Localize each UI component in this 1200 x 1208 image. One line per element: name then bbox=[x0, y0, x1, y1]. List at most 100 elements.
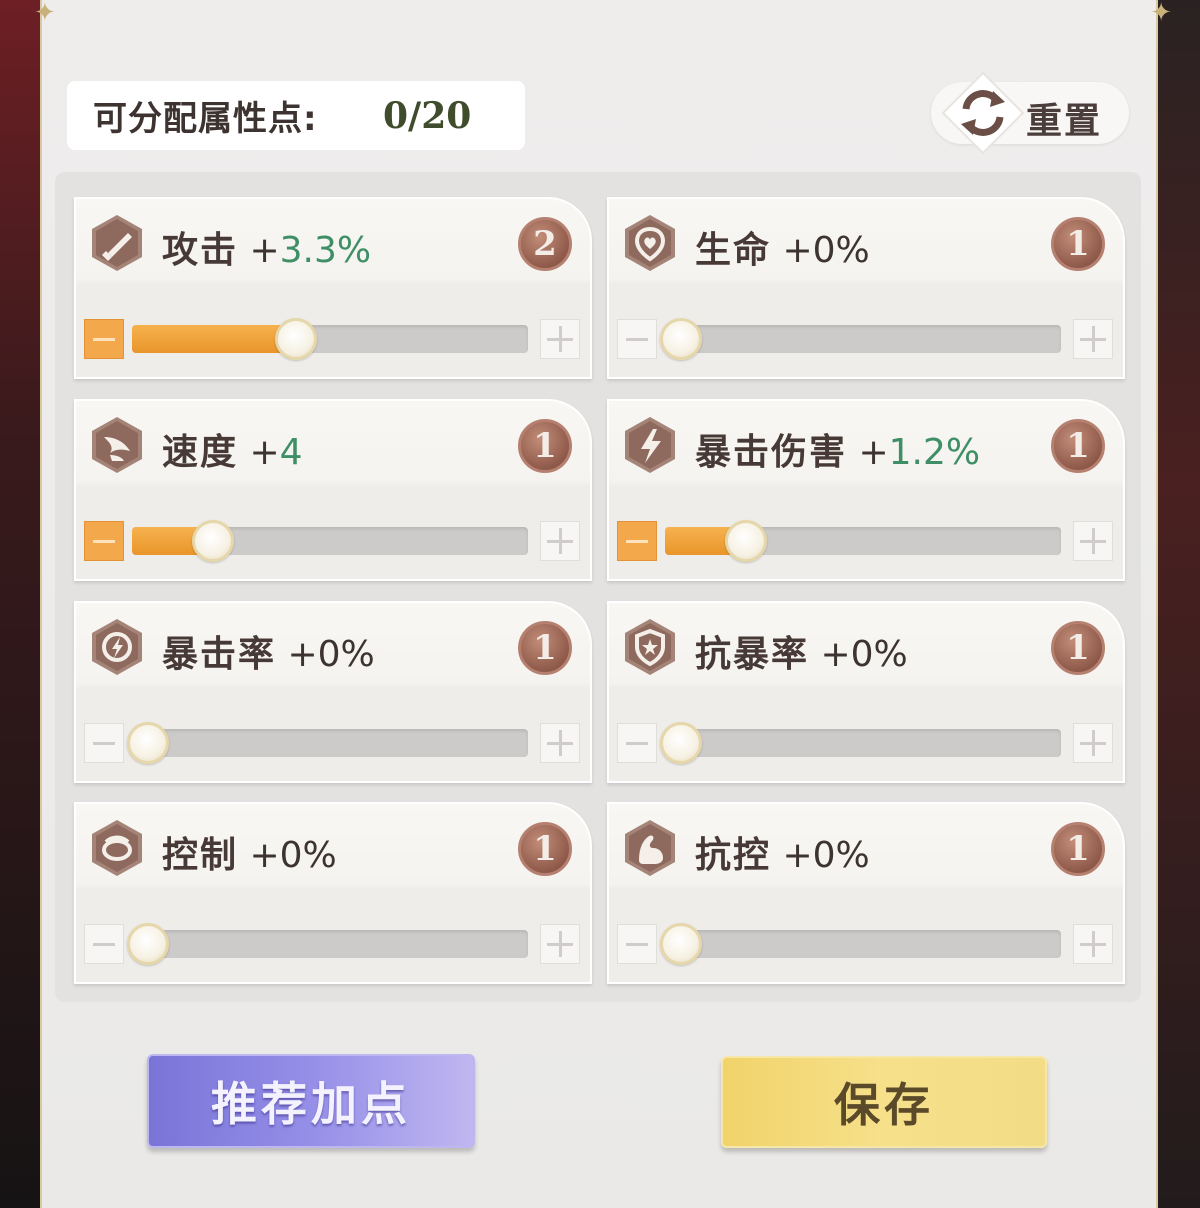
available-points-value: 0/20 bbox=[383, 94, 472, 137]
stat-plus-sign: + bbox=[858, 432, 889, 473]
stat-slider-knob[interactable] bbox=[127, 923, 169, 965]
stat-name: 抗暴率 bbox=[695, 634, 810, 675]
stat-bonus-value: 4 bbox=[279, 432, 303, 473]
sword-icon bbox=[92, 215, 142, 271]
reset-button[interactable]: 重置 bbox=[931, 71, 1129, 155]
stat-slider-knob[interactable] bbox=[660, 923, 702, 965]
stat-plus-sign: + bbox=[782, 835, 813, 876]
stat-slider-knob[interactable] bbox=[127, 722, 169, 764]
stat-title: 抗暴率 +0% bbox=[695, 625, 908, 677]
stat-title: 攻击 +3.3% bbox=[162, 221, 371, 273]
stat-bonus-value: 0% bbox=[850, 634, 908, 675]
stat-plus-sign: + bbox=[287, 634, 318, 675]
stat-slider[interactable] bbox=[127, 923, 528, 965]
stat-card: 速度 +4 1 bbox=[74, 399, 592, 581]
available-points-box: 可分配属性点: 0/20 bbox=[67, 81, 525, 150]
heart-shield-icon bbox=[625, 215, 675, 271]
save-label: 保存 bbox=[834, 1078, 934, 1132]
stat-name: 生命 bbox=[695, 230, 772, 271]
stat-card: 攻击 +3.3% 2 bbox=[74, 197, 592, 379]
stat-name: 暴击率 bbox=[162, 634, 277, 675]
decrease-button[interactable] bbox=[617, 521, 657, 561]
stat-cost-badge: 1 bbox=[1051, 217, 1105, 271]
minus-icon bbox=[93, 337, 115, 341]
stat-slider[interactable] bbox=[660, 923, 1061, 965]
stat-slider-knob[interactable] bbox=[660, 722, 702, 764]
increase-button[interactable] bbox=[1073, 723, 1113, 763]
stat-slider[interactable] bbox=[127, 722, 528, 764]
increase-button[interactable] bbox=[540, 723, 580, 763]
stat-card: 控制 +0% 1 bbox=[74, 802, 592, 984]
stat-bonus-value: 0% bbox=[279, 835, 337, 876]
minus-icon bbox=[93, 539, 115, 543]
decrease-button[interactable] bbox=[84, 924, 124, 964]
stat-cost-badge: 1 bbox=[518, 822, 572, 876]
wing-icon bbox=[92, 417, 142, 473]
decrease-button[interactable] bbox=[84, 521, 124, 561]
stat-cost-badge: 1 bbox=[518, 621, 572, 675]
stat-slider[interactable] bbox=[660, 722, 1061, 764]
decrease-button[interactable] bbox=[617, 723, 657, 763]
muscle-icon bbox=[625, 820, 675, 876]
minus-icon bbox=[626, 539, 648, 543]
stat-title: 抗控 +0% bbox=[695, 826, 870, 878]
minus-icon bbox=[626, 942, 648, 946]
stat-slider[interactable] bbox=[132, 520, 528, 562]
increase-button[interactable] bbox=[1073, 924, 1113, 964]
increase-button[interactable] bbox=[540, 521, 580, 561]
background-left bbox=[0, 0, 40, 1208]
stat-cost-badge: 1 bbox=[1051, 419, 1105, 473]
lightning-circle-icon bbox=[92, 619, 142, 675]
decrease-button[interactable] bbox=[84, 319, 124, 359]
stat-bonus-value: 3.3% bbox=[279, 230, 372, 271]
stat-title: 速度 +4 bbox=[162, 423, 303, 475]
stat-slider[interactable] bbox=[132, 318, 528, 360]
stat-title: 生命 +0% bbox=[695, 221, 870, 273]
stat-card: 暴击伤害 +1.2% 1 bbox=[607, 399, 1125, 581]
minus-icon bbox=[93, 741, 115, 745]
stat-bonus-value: 0% bbox=[812, 835, 870, 876]
recommend-points-label: 推荐加点 bbox=[211, 1077, 411, 1131]
increase-button[interactable] bbox=[1073, 319, 1113, 359]
stat-plus-sign: + bbox=[249, 835, 280, 876]
minus-icon bbox=[626, 337, 648, 341]
lightning-icon bbox=[625, 417, 675, 473]
stat-card: 生命 +0% 1 bbox=[607, 197, 1125, 379]
plus-icon-vertical bbox=[558, 528, 562, 554]
decrease-button[interactable] bbox=[617, 319, 657, 359]
stat-plus-sign: + bbox=[249, 230, 280, 271]
stat-slider-knob[interactable] bbox=[192, 520, 234, 562]
stat-name: 暴击伤害 bbox=[695, 432, 848, 473]
stat-slider[interactable] bbox=[660, 318, 1061, 360]
increase-button[interactable] bbox=[1073, 521, 1113, 561]
increase-button[interactable] bbox=[540, 319, 580, 359]
stat-cost-badge: 1 bbox=[1051, 621, 1105, 675]
stat-plus-sign: + bbox=[249, 432, 280, 473]
reset-label: 重置 bbox=[1026, 101, 1103, 142]
stat-slider-knob[interactable] bbox=[660, 318, 702, 360]
minus-icon bbox=[626, 741, 648, 745]
increase-button[interactable] bbox=[540, 924, 580, 964]
stat-name: 控制 bbox=[162, 835, 239, 876]
corner-ornament-icon: ✦ bbox=[34, 0, 56, 28]
stat-card: 抗暴率 +0% 1 bbox=[607, 601, 1125, 783]
stat-cost-badge: 1 bbox=[1051, 822, 1105, 876]
stat-cost-badge: 2 bbox=[518, 217, 572, 271]
plus-icon-vertical bbox=[558, 730, 562, 756]
decrease-button[interactable] bbox=[617, 924, 657, 964]
decrease-button[interactable] bbox=[84, 723, 124, 763]
stat-slider-knob[interactable] bbox=[725, 520, 767, 562]
minus-icon bbox=[93, 942, 115, 946]
stat-bonus-value: 0% bbox=[317, 634, 375, 675]
stat-bonus-value: 0% bbox=[812, 230, 870, 271]
stat-bonus-value: 1.2% bbox=[888, 432, 981, 473]
stat-slider[interactable] bbox=[665, 520, 1061, 562]
stat-name: 速度 bbox=[162, 432, 239, 473]
plus-icon-vertical bbox=[1091, 528, 1095, 554]
background-right bbox=[1158, 0, 1200, 1208]
stat-slider-knob[interactable] bbox=[275, 318, 317, 360]
stat-card: 暴击率 +0% 1 bbox=[74, 601, 592, 783]
recommend-points-button[interactable]: 推荐加点 bbox=[147, 1054, 475, 1148]
stat-name: 抗控 bbox=[695, 835, 772, 876]
save-button[interactable]: 保存 bbox=[721, 1056, 1047, 1148]
